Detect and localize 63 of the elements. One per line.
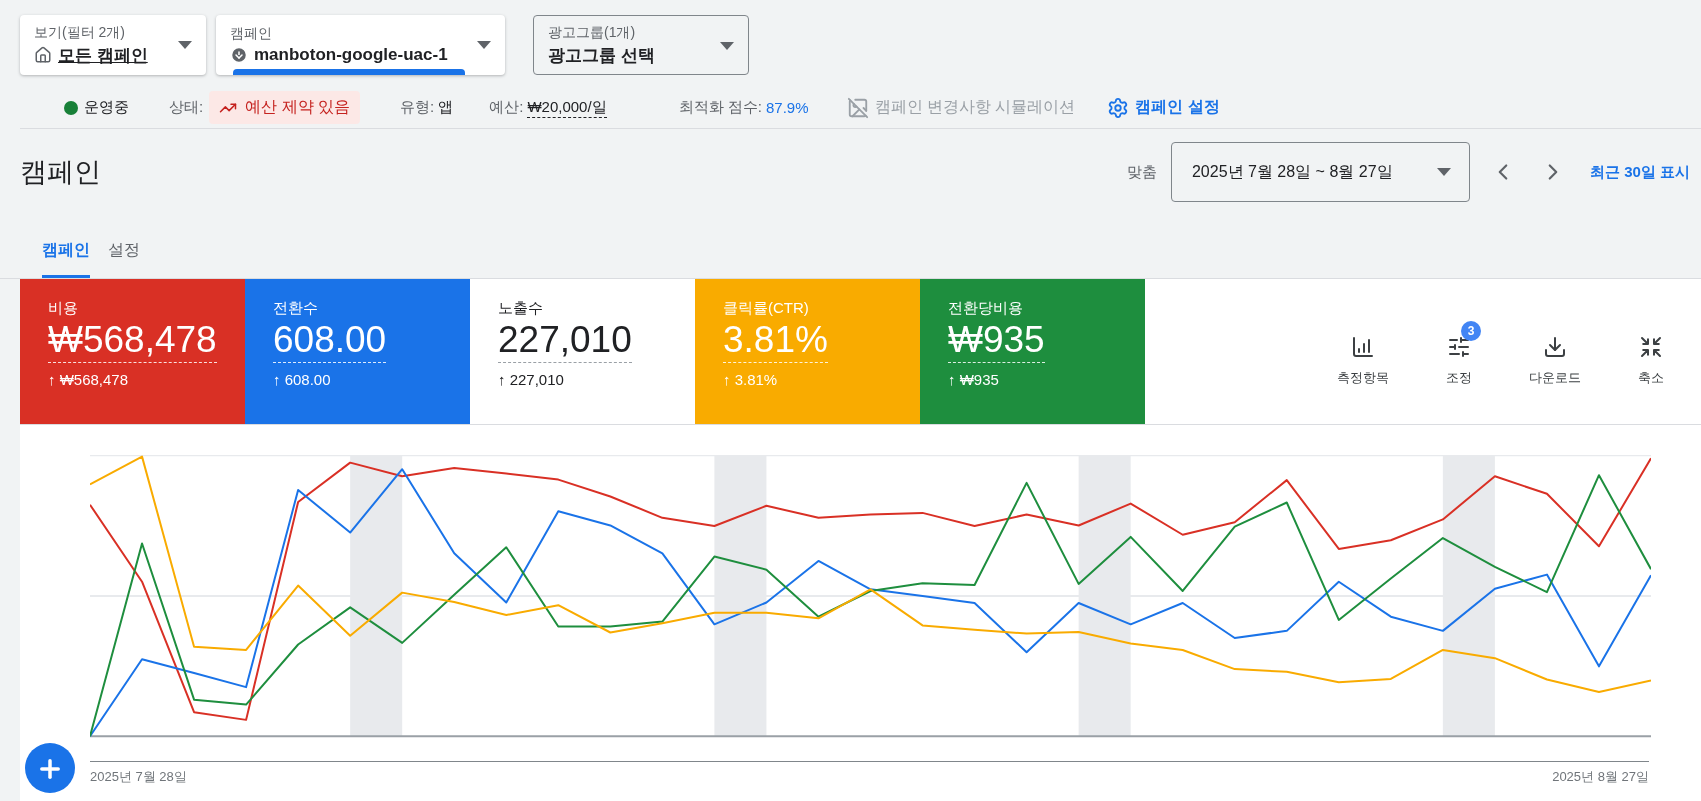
date-range-dropdown[interactable]: 2025년 7월 28일 ~ 8월 27일	[1170, 142, 1470, 202]
dropdown-label: 보기(필터 2개)	[34, 23, 126, 42]
recent-30-days-link[interactable]: 최근 30일 표시	[1589, 162, 1690, 182]
tab[interactable]: 설정	[108, 240, 140, 278]
metric-value: ₩935	[948, 318, 1045, 363]
axis-start-label: 2025년 7월 28일	[90, 768, 187, 786]
add-button[interactable]	[25, 743, 75, 793]
image-off-icon	[846, 96, 869, 119]
app-download-icon	[230, 46, 248, 64]
sliders-icon	[1447, 334, 1471, 359]
toolbar-button[interactable]: 다운로드	[1515, 318, 1595, 387]
metric-label: 노출수	[498, 299, 543, 318]
score-value: 87.9%	[765, 99, 809, 116]
count-badge: 3	[1461, 320, 1481, 341]
status-chip: 예산 제약 있음	[209, 91, 361, 124]
settings-icon	[1107, 96, 1130, 119]
toolbar-button[interactable]: 측정항목	[1323, 318, 1403, 387]
dropdown-label: 캠페인	[230, 25, 273, 43]
caret-icon	[477, 41, 491, 49]
home-icon	[34, 46, 52, 64]
metric-label: 전환당비용	[948, 299, 1023, 318]
metric-card[interactable]: 전환수 608.00 ↑ 608.00	[245, 279, 470, 424]
metric-value: 3.81%	[723, 318, 828, 363]
filter-dropdown[interactable]: 캠페인 manboton-google-uac-1	[216, 15, 505, 75]
metric-label: 클릭률(CTR)	[723, 299, 809, 318]
status-dot	[64, 100, 78, 115]
collapse-icon	[1639, 334, 1663, 359]
campaign-state: 운영중	[84, 98, 129, 117]
filter-dropdown[interactable]: 보기(필터 2개) 모든 캠페인	[20, 15, 206, 75]
download-icon	[1543, 334, 1567, 359]
dropdown-value: manboton-google-uac-1	[254, 45, 448, 65]
date-range-label: 맞춤	[1126, 162, 1157, 182]
metric-change: ↑ 608.00	[273, 371, 331, 388]
toolbar-button[interactable]: 조정 3	[1419, 318, 1499, 387]
settings-link[interactable]: 캠페인 설정	[1107, 96, 1220, 119]
metric-change: ↑ ₩568,478	[48, 371, 129, 388]
filter-dropdown[interactable]: 광고그룹(1개) 광고그룹 선택	[533, 15, 749, 75]
type-label: 유형:	[400, 98, 435, 117]
metric-value: 227,010	[498, 318, 632, 363]
budget-label: 예산:	[489, 98, 524, 117]
dropdown-value: 모든 캠페인	[58, 44, 148, 67]
axis-end-label: 2025년 8월 27일	[1552, 768, 1649, 786]
status-label: 상태:	[169, 98, 204, 117]
dropdown-label: 광고그룹(1개)	[548, 23, 637, 42]
metric-change: ↑ 3.81%	[723, 371, 778, 388]
metric-card[interactable]: 비용 ₩568,478 ↑ ₩568,478	[20, 279, 245, 424]
chart-columns-icon	[1351, 334, 1375, 359]
toolbar-button[interactable]: 축소	[1611, 318, 1691, 387]
metric-change: ↑ 227,010	[498, 371, 564, 388]
metric-change: ↑ ₩935	[948, 371, 999, 388]
page-title: 캠페인	[20, 156, 102, 189]
caret-icon	[178, 41, 192, 49]
caret-icon	[1436, 168, 1451, 176]
caret-icon	[720, 42, 734, 50]
metric-value: 608.00	[273, 318, 387, 363]
metric-value: ₩568,478	[48, 318, 217, 363]
score-label: 최적화 점수:	[678, 98, 762, 117]
metric-card[interactable]: 전환당비용 ₩935 ↑ ₩935	[920, 279, 1145, 424]
metric-label: 비용	[48, 299, 78, 318]
budget-value: ₩20,000/일	[527, 97, 607, 118]
dropdown-value: 광고그룹 선택	[548, 44, 655, 67]
metric-label: 전환수	[273, 299, 318, 318]
type-value: 앱	[438, 98, 454, 117]
